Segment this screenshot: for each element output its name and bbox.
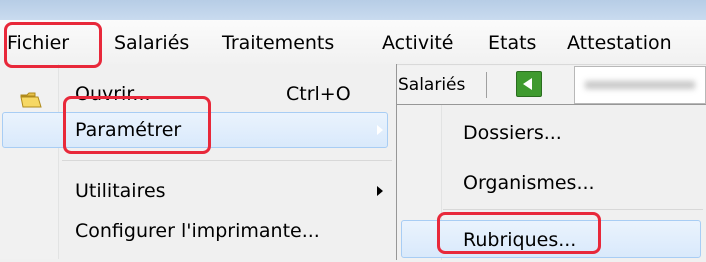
submenu-arrow-icon [377, 125, 383, 135]
menu-salaries[interactable]: Salariés [114, 30, 189, 56]
menu-etats[interactable]: Etats [488, 30, 536, 56]
toolbar-separator [486, 72, 487, 98]
menu-item-configurer-imprimante[interactable]: Configurer l'imprimante... [0, 209, 396, 253]
submenu-item-organismes-label: Organismes... [463, 172, 595, 194]
menu-item-utilitaires[interactable]: Utilitaires [0, 169, 396, 213]
menu-attestation[interactable]: Attestation [567, 30, 672, 56]
submenu-item-dossiers-label: Dossiers... [463, 122, 562, 144]
submenu-arrow-icon [377, 186, 383, 196]
folder-open-icon [20, 92, 42, 108]
menu-traitements[interactable]: Traitements [222, 30, 334, 56]
blurred-field-value [585, 81, 695, 89]
annotation-highlight-fichier [4, 22, 102, 68]
menu-item-utilitaires-label: Utilitaires [75, 180, 166, 202]
menu-separator [62, 160, 392, 161]
submenu-separator [443, 209, 703, 210]
annotation-highlight-parametrer [63, 96, 211, 154]
annotation-highlight-rubriques [437, 212, 601, 254]
submenu-item-dossiers[interactable]: Dossiers... [397, 111, 706, 155]
back-arrow-icon[interactable] [516, 71, 542, 97]
submenu-item-organismes[interactable]: Organismes... [397, 161, 706, 205]
toolbar-salaries-button[interactable]: Salariés [398, 72, 465, 98]
toolbar-combo-field[interactable] [574, 66, 706, 104]
menu-activite[interactable]: Activité [382, 30, 454, 56]
menu-bar: Fichier Salariés Traitements Activité Et… [0, 20, 706, 65]
menu-item-configurer-label: Configurer l'imprimante... [75, 220, 320, 242]
fichier-dropdown-menu: Ouvrir... Ctrl+O Paramétrer Utilitaires … [0, 64, 397, 259]
window-titlebar [0, 0, 706, 20]
